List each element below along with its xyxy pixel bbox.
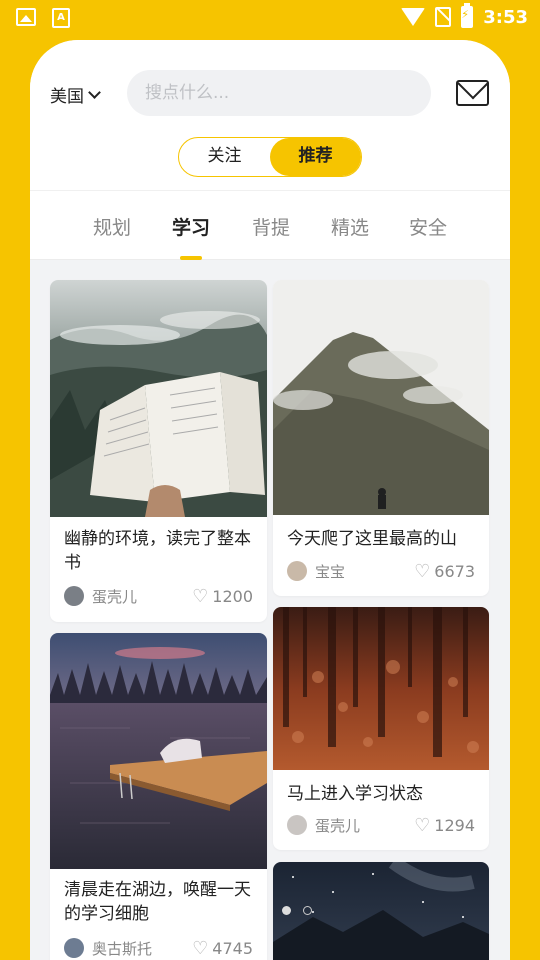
active-tab-indicator (180, 256, 202, 260)
avatar[interactable] (287, 815, 307, 835)
text-notification-icon: A (52, 8, 70, 28)
heart-icon[interactable]: ♡ (414, 815, 430, 836)
search-input[interactable] (127, 70, 431, 116)
heart-icon[interactable]: ♡ (192, 938, 208, 959)
tab-featured[interactable]: 精选 (331, 213, 369, 240)
tab-study[interactable]: 学习 (172, 213, 210, 240)
like-count: 1200 (212, 586, 253, 606)
no-sim-icon (435, 7, 452, 27)
carousel-dot[interactable] (303, 906, 312, 915)
post-image (273, 280, 489, 515)
author-name[interactable]: 奥古斯托 (92, 938, 192, 959)
carousel-indicator (282, 906, 312, 915)
tab-safety[interactable]: 安全 (409, 213, 447, 240)
recommend-toggle-button[interactable]: 推荐 (270, 138, 361, 176)
like-count: 1294 (434, 815, 475, 835)
carousel-dot-active[interactable] (282, 906, 291, 915)
search-bar[interactable] (127, 70, 431, 116)
heart-icon[interactable]: ♡ (192, 586, 208, 607)
wifi-icon (401, 8, 426, 26)
like-count: 4745 (212, 938, 253, 958)
avatar[interactable] (64, 938, 84, 958)
post-title: 马上进入学习状态 (287, 784, 423, 804)
region-label: 美国 (50, 87, 84, 107)
post-card[interactable]: 马上进入学习状态 蛋壳儿 ♡ 1294 (273, 607, 489, 850)
header: 美国 关注 推荐 (30, 40, 510, 190)
follow-toggle-button[interactable]: 关注 (179, 138, 270, 176)
post-meta: 蛋壳儿 ♡ 1200 (64, 584, 253, 608)
main-panel: 美国 关注 推荐 规划 学习 背提 精选 安全 (30, 40, 510, 960)
region-selector[interactable]: 美国 (50, 82, 101, 107)
like-count: 6673 (434, 561, 475, 581)
post-image (50, 633, 267, 869)
author-name[interactable]: 蛋壳儿 (92, 586, 192, 607)
post-title: 幽静的环境，读完了整本书 (64, 529, 251, 573)
battery-charging-icon (461, 3, 474, 28)
heart-icon[interactable]: ♡ (414, 561, 430, 582)
avatar[interactable] (64, 586, 84, 606)
post-card[interactable]: 幽静的环境，读完了整本书 蛋壳儿 ♡ 1200 (50, 280, 267, 622)
avatar[interactable] (287, 561, 307, 581)
status-bar: A 3:53 (0, 0, 540, 36)
post-image (50, 280, 267, 517)
author-name[interactable]: 蛋壳儿 (315, 815, 414, 836)
status-time: 3:53 (483, 6, 528, 28)
category-tabs: 规划 学习 背提 精选 安全 (30, 190, 510, 260)
author-name[interactable]: 宝宝 (315, 561, 414, 582)
post-image (273, 607, 489, 770)
post-title: 清晨走在湖边，唤醒一天的学习细胞 (64, 880, 251, 924)
post-title: 今天爬了这里最高的山 (287, 529, 457, 549)
post-card[interactable]: 清晨走在湖边，唤醒一天的学习细胞 奥古斯托 ♡ 4745 (50, 633, 267, 960)
tab-memorize[interactable]: 背提 (252, 213, 290, 240)
chevron-down-icon (88, 85, 101, 99)
feed-toggle: 关注 推荐 (178, 137, 362, 177)
gallery-notification-icon (16, 8, 36, 26)
post-meta: 奥古斯托 ♡ 4745 (64, 936, 253, 960)
mail-icon[interactable] (456, 80, 489, 106)
post-card[interactable]: 今天爬了这里最高的山 宝宝 ♡ 6673 (273, 280, 489, 596)
post-meta: 宝宝 ♡ 6673 (287, 559, 475, 583)
post-meta: 蛋壳儿 ♡ 1294 (287, 813, 475, 837)
tab-planning[interactable]: 规划 (93, 213, 131, 240)
